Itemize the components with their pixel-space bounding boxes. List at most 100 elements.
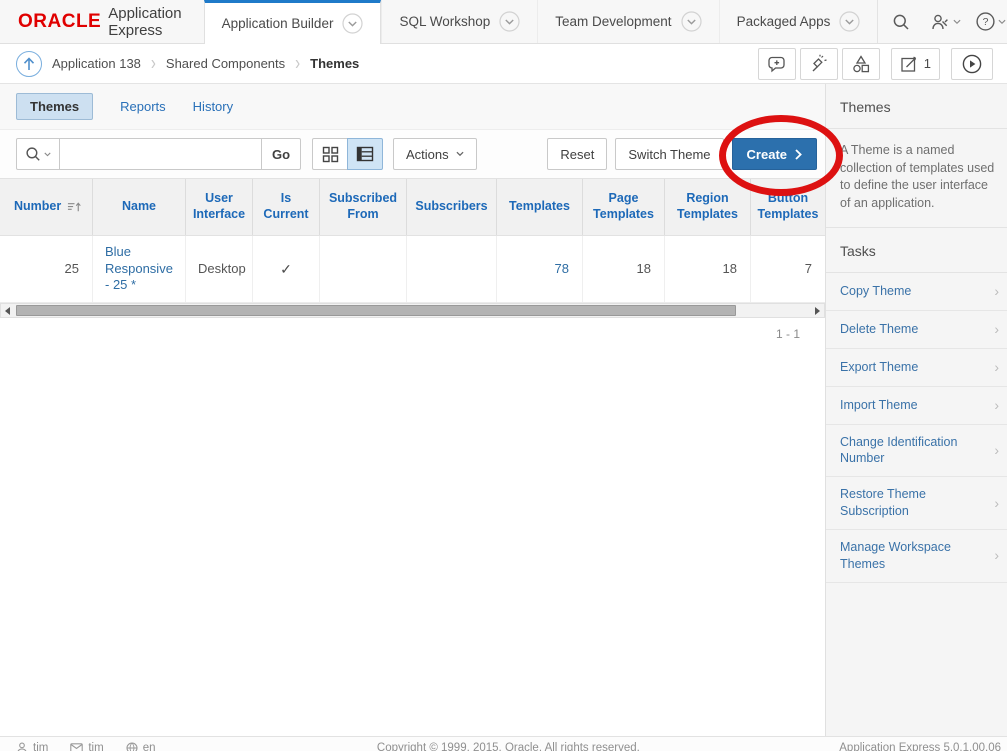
admin-wrench-icon	[930, 13, 950, 31]
cell-name: Blue Responsive - 25 *	[93, 236, 186, 302]
report-view-icon	[356, 146, 374, 162]
go-button[interactable]: Go	[261, 138, 301, 170]
globe-icon	[126, 742, 138, 751]
oracle-brand: ORACLE	[18, 11, 101, 33]
arrow-up-icon	[23, 57, 35, 71]
chevron-right-icon: ›	[994, 358, 999, 377]
cell-templates: 78	[497, 236, 583, 302]
column-header-is-current[interactable]: Is Current	[253, 179, 320, 235]
task-restore-theme-subscription[interactable]: Restore Theme Subscription›	[826, 477, 1007, 530]
column-header-number[interactable]: Number	[0, 179, 93, 235]
scroll-left-arrow[interactable]	[5, 307, 10, 315]
chevron-down-icon[interactable]	[342, 13, 363, 34]
themes-report-table: Number Name User Interface Is Current Su…	[0, 178, 825, 303]
chevron-right-icon: ›	[994, 396, 999, 415]
task-export-theme[interactable]: Export Theme›	[826, 349, 1007, 387]
table-header-row: Number Name User Interface Is Current Su…	[0, 178, 825, 236]
tab-history[interactable]: History	[193, 99, 233, 114]
column-header-subscribed-from[interactable]: Subscribed From	[320, 179, 407, 235]
edit-page-button[interactable]: 1	[891, 48, 940, 80]
table-row: 25 Blue Responsive - 25 * Desktop ✓ 78 1…	[0, 236, 825, 303]
switch-theme-button[interactable]: Switch Theme	[615, 138, 723, 170]
task-manage-workspace-themes[interactable]: Manage Workspace Themes›	[826, 530, 1007, 583]
reset-button[interactable]: Reset	[547, 138, 607, 170]
tab-sql-workshop[interactable]: SQL Workshop	[381, 0, 537, 43]
is-current-check-icon: ✓	[253, 236, 320, 302]
task-change-identification-number[interactable]: Change Identification Number›	[826, 425, 1007, 478]
task-import-theme[interactable]: Import Theme›	[826, 387, 1007, 425]
chevron-right-icon: ›	[994, 441, 999, 460]
svg-text:?: ?	[982, 16, 988, 28]
chevron-right-icon: ›	[994, 546, 999, 565]
breadcrumb-application[interactable]: Application 138	[52, 56, 141, 71]
create-button[interactable]: Create	[732, 138, 817, 170]
pagination-label: 1 - 1	[720, 327, 800, 341]
shared-components-button[interactable]	[842, 48, 880, 80]
templates-count-link[interactable]: 78	[555, 261, 569, 278]
footer-language: en	[126, 742, 156, 751]
tab-themes[interactable]: Themes	[16, 93, 93, 120]
column-header-templates[interactable]: Templates	[497, 179, 583, 235]
cell-subscribers	[407, 236, 497, 302]
chevron-right-icon: ›	[994, 320, 999, 339]
column-header-subscribers[interactable]: Subscribers	[407, 179, 497, 235]
chevron-down-icon[interactable]	[839, 11, 860, 32]
grid-view-icon	[322, 146, 339, 163]
horizontal-scrollbar[interactable]	[0, 303, 825, 318]
top-navigation-bar: ORACLE Application Express Application B…	[0, 0, 1007, 44]
actions-menu-button[interactable]: Actions	[393, 138, 477, 170]
scroll-right-arrow[interactable]	[815, 307, 820, 315]
task-delete-theme[interactable]: Delete Theme›	[826, 311, 1007, 349]
help-menu-button[interactable]: ?	[968, 0, 1007, 43]
run-application-button[interactable]	[951, 48, 993, 80]
task-copy-theme[interactable]: Copy Theme›	[826, 273, 1007, 311]
footer-version: Application Express 5.0.1.00.06	[839, 742, 1001, 751]
page-footer: tim tim en Copyright © 1999, 2015, Oracl…	[0, 736, 1007, 751]
scrollbar-thumb[interactable]	[16, 305, 736, 316]
person-icon	[16, 742, 28, 751]
report-view-toggle[interactable]	[347, 138, 383, 170]
oracle-apex-logo[interactable]: ORACLE Application Express	[0, 0, 204, 43]
report-toolbar: Go Actions Reset Switch Theme Create	[0, 130, 825, 178]
column-header-page-templates[interactable]: Page Templates	[583, 179, 665, 235]
envelope-icon	[70, 743, 83, 751]
search-icon	[892, 13, 910, 31]
apex-themes-page: ORACLE Application Express Application B…	[0, 0, 1007, 751]
shapes-icon	[851, 55, 871, 73]
breadcrumb-current: Themes	[310, 56, 359, 71]
play-icon	[962, 54, 982, 74]
edit-page-number: 1	[924, 56, 931, 71]
feedback-button[interactable]	[758, 48, 796, 80]
up-level-button[interactable]	[16, 51, 42, 77]
search-input[interactable]	[59, 138, 262, 170]
chevron-down-icon[interactable]	[499, 11, 520, 32]
tab-application-builder[interactable]: Application Builder	[204, 0, 382, 44]
sidebar-title: Themes	[826, 84, 1007, 129]
region-tabs: Themes Reports History	[0, 84, 825, 130]
column-header-region-templates[interactable]: Region Templates	[665, 179, 751, 235]
find-button[interactable]	[800, 48, 838, 80]
cell-region-templates: 18	[665, 236, 751, 302]
theme-name-link[interactable]: Blue Responsive - 25 *	[105, 244, 180, 295]
sort-ascending-icon	[67, 201, 82, 213]
column-header-user-interface[interactable]: User Interface	[186, 179, 253, 235]
column-header-button-templates[interactable]: Button Templates	[751, 179, 825, 235]
chevron-right-icon: ›	[994, 282, 999, 301]
tab-team-development[interactable]: Team Development	[537, 0, 718, 43]
flashlight-icon	[809, 54, 829, 74]
right-sidebar: Themes A Theme is a named collection of …	[825, 84, 1007, 736]
chevron-down-icon	[998, 19, 1006, 25]
breadcrumb-shared-components[interactable]: Shared Components	[166, 56, 285, 71]
column-header-name[interactable]: Name	[93, 179, 186, 235]
tab-reports[interactable]: Reports	[120, 99, 166, 114]
breadcrumb-separator: ›	[151, 52, 156, 75]
chevron-down-icon[interactable]	[681, 11, 702, 32]
product-name: Application Express	[108, 5, 181, 39]
administration-menu-button[interactable]	[923, 0, 968, 43]
help-icon: ?	[976, 12, 995, 31]
search-column-dropdown[interactable]	[16, 138, 60, 170]
tab-packaged-apps[interactable]: Packaged Apps	[719, 0, 878, 43]
search-icon	[25, 146, 41, 162]
icon-view-toggle[interactable]	[312, 138, 348, 170]
search-button[interactable]	[878, 0, 923, 43]
